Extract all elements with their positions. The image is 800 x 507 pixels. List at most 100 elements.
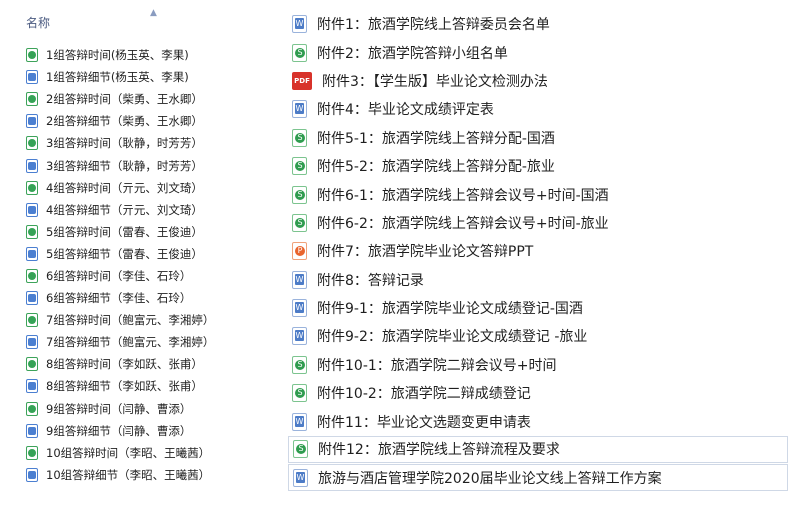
- left-file-pane: 名称 ▲ 1组答辩时间(杨玉英、李果) 1组答辩细节(杨玉英、李果) 2组答辩时间（…: [0, 0, 262, 507]
- file-list-item[interactable]: 附件12：旅酒学院线上答辩流程及要求: [288, 435, 788, 463]
- file-list-item[interactable]: 旅游与酒店管理学院2020届毕业论文线上答辩工作方案: [288, 464, 788, 492]
- file-name: 附件9-2：旅酒学院毕业论文成绩登记 -旅业: [317, 329, 588, 346]
- file-list-item[interactable]: 附件3：【学生版】毕业论文检测办法: [288, 67, 788, 95]
- spreadsheet-file-icon: [26, 48, 38, 63]
- file-name: 9组答辩细节（闫静、曹添）: [46, 423, 192, 438]
- pdf-file-icon: [292, 71, 312, 90]
- spreadsheet-file-icon: [26, 313, 38, 328]
- file-list-item[interactable]: 1组答辩时间(杨玉英、李果): [0, 44, 262, 66]
- file-list-item[interactable]: 1组答辩细节(杨玉英、李果): [0, 66, 262, 88]
- file-list-item[interactable]: 附件9-1：旅酒学院毕业论文成绩登记-国酒: [288, 294, 788, 322]
- file-name: 附件5-2：旅酒学院线上答辩分配-旅业: [317, 159, 555, 176]
- file-list-item[interactable]: 4组答辩时间（亓元、刘文琦）: [0, 177, 262, 199]
- file-name: 附件8：答辩记录: [317, 272, 424, 289]
- file-name: 7组答辩细节（鲍富元、李湘婷）: [46, 335, 215, 350]
- file-name: 5组答辩细节（雷春、王俊迪）: [46, 246, 203, 261]
- file-name: 6组答辩细节（李佳、石玲）: [46, 291, 192, 306]
- document-file-icon: [26, 158, 38, 173]
- file-list-item[interactable]: 3组答辩时间（耿静，时芳芳）: [0, 132, 262, 154]
- spreadsheet-file-icon: [292, 128, 307, 147]
- file-list-item[interactable]: 附件1：旅酒学院线上答辩委员会名单: [288, 10, 788, 38]
- file-name: 4组答辩细节（亓元、刘文琦）: [46, 202, 203, 217]
- file-list-item[interactable]: 6组答辩时间（李佳、石玲）: [0, 265, 262, 287]
- file-list-item[interactable]: 附件11：毕业论文选题变更申请表: [288, 407, 788, 435]
- column-header-bar[interactable]: 名称 ▲: [0, 0, 262, 38]
- file-list-item[interactable]: 2组答辩时间（柴勇、王水卿）: [0, 88, 262, 110]
- file-list-item[interactable]: 附件5-2：旅酒学院线上答辩分配-旅业: [288, 152, 788, 180]
- file-name: 附件10-2：旅酒学院二辩成绩登记: [317, 386, 531, 403]
- document-file-icon: [292, 327, 307, 346]
- file-list-item[interactable]: 附件4：毕业论文成绩评定表: [288, 95, 788, 123]
- spreadsheet-file-icon: [293, 440, 308, 459]
- file-name: 附件10-1：旅酒学院二辩会议号+时间: [317, 357, 557, 374]
- file-list-item[interactable]: 7组答辩细节（鲍富元、李湘婷）: [0, 331, 262, 353]
- file-name: 2组答辩时间（柴勇、王水卿）: [46, 92, 203, 107]
- file-name: 4组答辩时间（亓元、刘文琦）: [46, 180, 203, 195]
- spreadsheet-file-icon: [26, 268, 38, 283]
- file-name: 附件7：旅酒学院毕业论文答辩PPT: [317, 244, 534, 261]
- file-list-item[interactable]: 10组答辩细节（李昭、王曦茜）: [0, 464, 262, 486]
- document-file-icon: [26, 335, 38, 350]
- right-file-list: 附件1：旅酒学院线上答辩委员会名单附件2：旅酒学院答辩小组名单附件3：【学生版】…: [288, 10, 788, 493]
- file-name: 5组答辩时间（雷春、王俊迪）: [46, 224, 203, 239]
- spreadsheet-file-icon: [26, 180, 38, 195]
- file-list-item[interactable]: 10组答辩时间（李昭、王曦茜）: [0, 442, 262, 464]
- file-name: 附件3：【学生版】毕业论文检测办法: [322, 73, 548, 90]
- document-file-icon: [292, 299, 307, 318]
- spreadsheet-file-icon: [26, 92, 38, 107]
- document-file-icon: [292, 100, 307, 119]
- document-file-icon: [26, 70, 38, 85]
- file-list-item[interactable]: 附件2：旅酒学院答辩小组名单: [288, 38, 788, 66]
- document-file-icon: [292, 15, 307, 34]
- file-list-item[interactable]: 5组答辩细节（雷春、王俊迪）: [0, 243, 262, 265]
- document-file-icon: [26, 423, 38, 438]
- name-column-header[interactable]: 名称: [26, 14, 50, 31]
- file-list-item[interactable]: 8组答辩细节（李如跃、张甫）: [0, 375, 262, 397]
- file-list-item[interactable]: 附件10-2：旅酒学院二辩成绩登记: [288, 379, 788, 407]
- file-list-item[interactable]: 附件5-1：旅酒学院线上答辩分配-国酒: [288, 124, 788, 152]
- file-list-item[interactable]: 7组答辩时间（鲍富元、李湘婷）: [0, 309, 262, 331]
- file-name: 1组答辩时间(杨玉英、李果): [46, 48, 189, 63]
- file-list-item[interactable]: 附件8：答辩记录: [288, 266, 788, 294]
- file-list-item[interactable]: 附件9-2：旅酒学院毕业论文成绩登记 -旅业: [288, 322, 788, 350]
- file-name: 附件6-2：旅酒学院线上答辩会议号+时间-旅业: [317, 215, 609, 232]
- file-name: 附件5-1：旅酒学院线上答辩分配-国酒: [317, 130, 555, 147]
- file-name: 2组答辩细节（柴勇、王水卿）: [46, 114, 203, 129]
- file-list-item[interactable]: 9组答辩细节（闫静、曹添）: [0, 420, 262, 442]
- file-list-item[interactable]: 5组答辩时间（雷春、王俊迪）: [0, 221, 262, 243]
- file-list-item[interactable]: 4组答辩细节（亓元、刘文琦）: [0, 199, 262, 221]
- file-name: 10组答辩时间（李昭、王曦茜）: [46, 445, 211, 460]
- file-name: 3组答辩时间（耿静，时芳芳）: [46, 136, 203, 151]
- file-name: 8组答辩时间（李如跃、张甫）: [46, 357, 203, 372]
- sort-caret-up-icon: ▲: [150, 8, 157, 18]
- presentation-file-icon: [292, 242, 307, 261]
- file-list-item[interactable]: 9组答辩时间（闫静、曹添）: [0, 398, 262, 420]
- spreadsheet-file-icon: [26, 136, 38, 151]
- document-file-icon: [26, 246, 38, 261]
- file-name: 1组答辩细节(杨玉英、李果): [46, 70, 189, 85]
- file-list-item[interactable]: 8组答辩时间（李如跃、张甫）: [0, 353, 262, 375]
- file-list-item[interactable]: 附件6-2：旅酒学院线上答辩会议号+时间-旅业: [288, 209, 788, 237]
- file-list-item[interactable]: 6组答辩细节（李佳、石玲）: [0, 287, 262, 309]
- file-name: 9组答辩时间（闫静、曹添）: [46, 401, 192, 416]
- spreadsheet-file-icon: [292, 384, 307, 403]
- document-file-icon: [26, 114, 38, 129]
- left-file-list: 1组答辩时间(杨玉英、李果) 1组答辩细节(杨玉英、李果) 2组答辩时间（柴勇、王水…: [0, 44, 262, 486]
- file-name: 附件12：旅酒学院线上答辩流程及要求: [318, 442, 560, 459]
- spreadsheet-file-icon: [26, 445, 38, 460]
- file-name: 10组答辩细节（李昭、王曦茜）: [46, 467, 211, 482]
- file-name: 附件4：毕业论文成绩评定表: [317, 102, 494, 119]
- file-name: 6组答辩时间（李佳、石玲）: [46, 268, 192, 283]
- file-list-item[interactable]: 附件7：旅酒学院毕业论文答辩PPT: [288, 237, 788, 265]
- spreadsheet-file-icon: [292, 185, 307, 204]
- file-name: 旅游与酒店管理学院2020届毕业论文线上答辩工作方案: [318, 470, 662, 487]
- document-file-icon: [26, 379, 38, 394]
- file-list-item[interactable]: 附件6-1：旅酒学院线上答辩会议号+时间-国酒: [288, 180, 788, 208]
- file-list-item[interactable]: 附件10-1：旅酒学院二辩会议号+时间: [288, 351, 788, 379]
- file-name: 附件11：毕业论文选题变更申请表: [317, 414, 531, 431]
- document-file-icon: [26, 291, 38, 306]
- document-file-icon: [26, 202, 38, 217]
- file-list-item[interactable]: 2组答辩细节（柴勇、王水卿）: [0, 110, 262, 132]
- file-list-item[interactable]: 3组答辩细节（耿静，时芳芳）: [0, 154, 262, 176]
- document-file-icon: [292, 270, 307, 289]
